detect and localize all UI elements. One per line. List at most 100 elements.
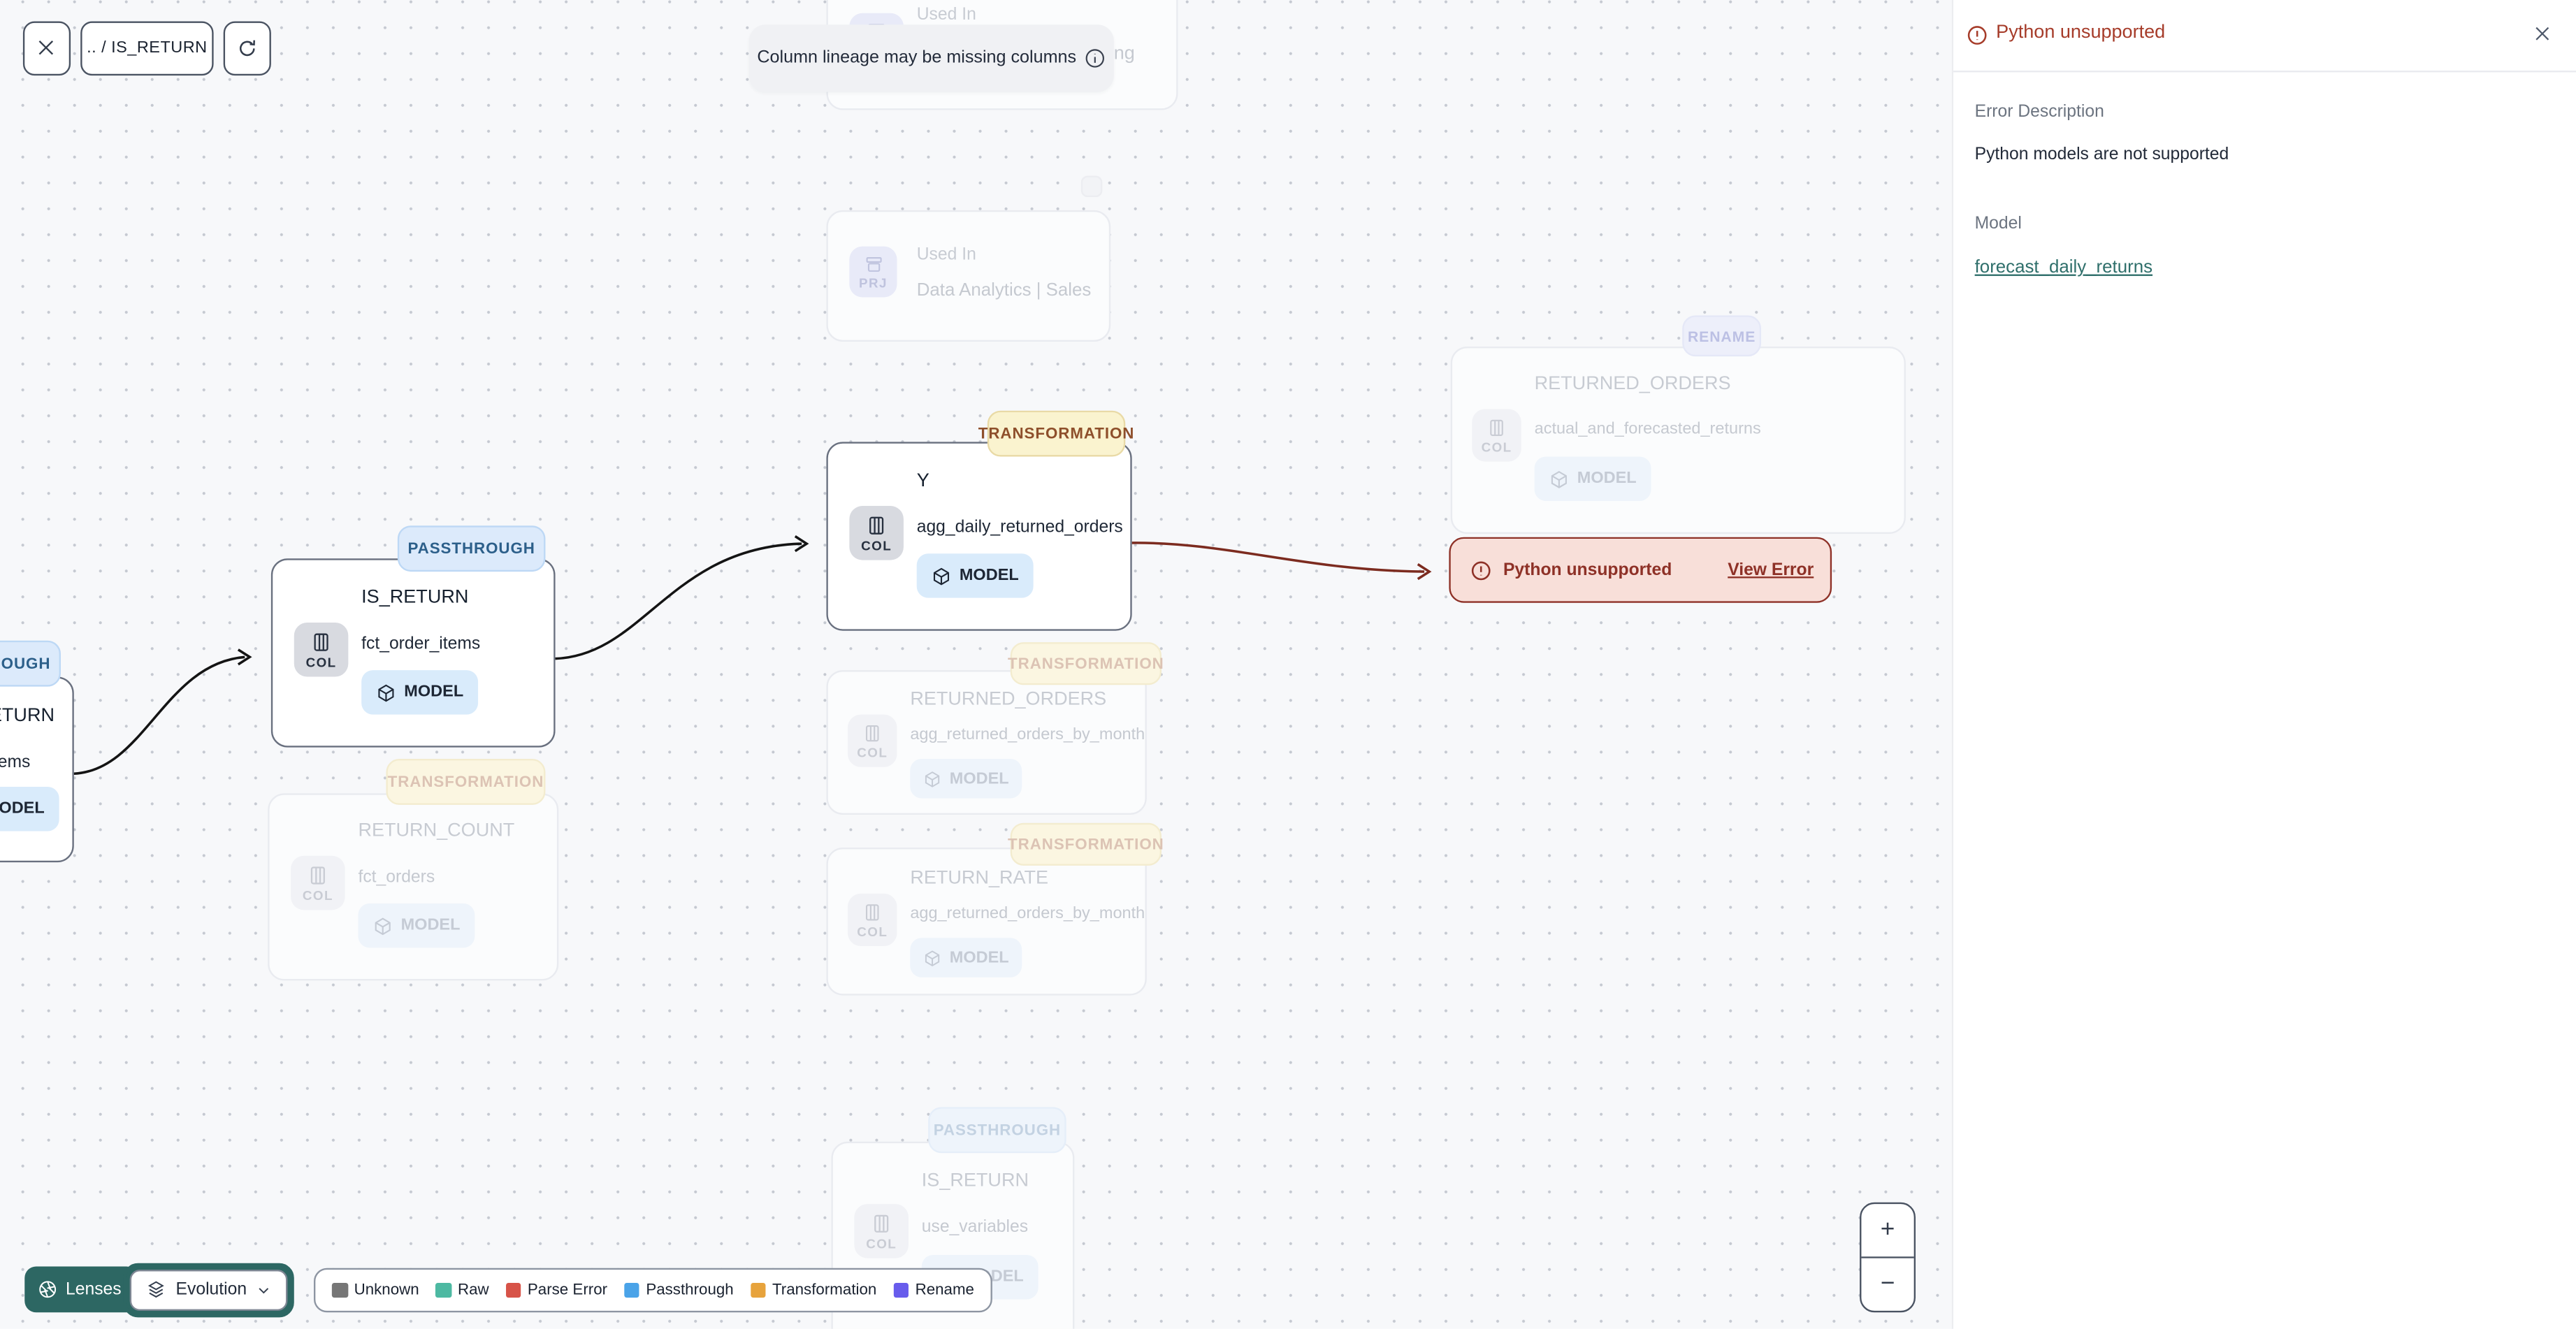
kind-label: COL (857, 746, 888, 761)
layers-icon (147, 1281, 164, 1298)
faint-handle (1080, 175, 1103, 198)
panel-header: Python unsupported (1953, 0, 2576, 72)
legend-item-raw: Raw (435, 1281, 489, 1299)
lens-badge-passthrough: PASSTHROUGH (0, 640, 61, 687)
model-pill-label: MODEL (0, 799, 45, 818)
model-cube-icon (378, 683, 394, 702)
refresh-icon (239, 39, 255, 56)
node-y-agg-daily-returned-orders[interactable]: COL Y agg_daily_returned_orders MODEL (826, 442, 1132, 631)
column-kind-badge: COL (294, 622, 349, 677)
model-cube-icon (925, 950, 940, 966)
legend-swatch (505, 1281, 521, 1298)
breadcrumb-label: .. / IS_RETURN (87, 38, 208, 57)
banner-text: Column lineage may be missing columns (757, 48, 1077, 68)
node-is-return-clipped[interactable]: IS_RETURN order_items MODEL (0, 676, 74, 863)
node-return-rate[interactable]: COL RETURN_RATE agg_returned_orders_by_m… (826, 847, 1147, 996)
lineage-warning-banner: Column lineage may be missing columns (748, 24, 1114, 92)
column-kind-badge: COL (291, 855, 345, 910)
node-title: Y (916, 471, 929, 491)
close-icon (38, 41, 54, 55)
zoom-in-button[interactable]: + (1861, 1203, 1914, 1258)
chevron-down-icon (259, 1287, 269, 1293)
node-is-return-fct-order-items[interactable]: COL IS_RETURN fct_order_items MODEL (270, 558, 556, 748)
model-pill: MODEL (916, 553, 1034, 598)
model-cube-icon (375, 917, 391, 935)
lens-badge-transformation: TRANSFORMATION (1008, 642, 1164, 685)
node-subtitle: order_items (0, 752, 31, 772)
kind-label: COL (861, 539, 892, 554)
legend-item-rename: Rename (892, 1281, 974, 1299)
error-description-label: Error Description (1974, 101, 2104, 122)
node-subtitle: fct_order_items (361, 634, 481, 654)
legend-item-passthrough: Passthrough (623, 1281, 734, 1299)
node-title: IS_RETURN (0, 706, 55, 727)
lens-badge-transformation: TRANSFORMATION (1008, 822, 1164, 866)
lenses-button[interactable]: Lenses (24, 1266, 138, 1313)
node-return-count[interactable]: COL RETURN_COUNT fct_orders MODEL (268, 793, 559, 981)
legend-item-parse-error: Parse Error (505, 1281, 607, 1299)
column-kind-badge: COL (847, 893, 897, 947)
model-pill-label: MODEL (404, 683, 464, 702)
app-window: PRJ Used In Data Analytics | Marketing P… (0, 0, 2576, 1329)
node-returned-orders-forecasted[interactable]: COL RETURNED_ORDERS actual_and_forecaste… (1450, 347, 1906, 535)
edge-y-to-error (1131, 542, 1425, 573)
lens-badge-rename: RENAME (1682, 315, 1762, 357)
column-kind-badge: COL (854, 1204, 909, 1258)
node-title: RETURNED_ORDERS (910, 690, 1107, 710)
legend-swatch (750, 1281, 766, 1298)
node-subtitle: use_variables (921, 1217, 1029, 1237)
model-cube-icon (1551, 470, 1567, 488)
lens-badge-passthrough: PASSTHROUGH (397, 525, 546, 572)
zoom-control: + − (1860, 1201, 1916, 1313)
node-returned-orders-by-month[interactable]: COL RETURNED_ORDERS agg_returned_orders_… (826, 670, 1147, 815)
node-used-in-sales[interactable]: PRJ Used In Data Analytics | Sales (826, 210, 1111, 342)
project-kind-badge: PRJ (849, 246, 897, 298)
column-kind-badge: COL (849, 506, 904, 560)
node-title: Used In (916, 5, 976, 25)
error-chip-label: Python unsupported (1503, 560, 1672, 580)
zoom-out-button[interactable]: − (1861, 1258, 1913, 1311)
model-pill: MODEL (0, 787, 59, 831)
model-pill-label: MODEL (959, 567, 1019, 585)
node-subtitle: agg_returned_orders_by_month (910, 726, 1145, 744)
model-pill: MODEL (910, 938, 1022, 978)
column-kind-badge: COL (847, 714, 897, 767)
node-title: Used In (916, 245, 976, 265)
model-label: Model (1974, 213, 2022, 233)
legend-item-transformation: Transformation (750, 1281, 876, 1299)
close-icon[interactable] (2533, 24, 2552, 42)
model-pill-label: MODEL (949, 948, 1009, 967)
model-link[interactable]: forecast_daily_returns (1975, 258, 2152, 277)
model-pill: MODEL (358, 903, 475, 948)
alert-circle-icon (1471, 560, 1491, 580)
info-icon[interactable] (1085, 48, 1106, 69)
model-cube-icon (925, 770, 940, 787)
error-chip[interactable]: Python unsupported View Error (1449, 537, 1832, 603)
legend-swatch (331, 1281, 348, 1298)
legend-item-unknown: Unknown (331, 1281, 419, 1299)
node-subtitle: agg_returned_orders_by_month (910, 905, 1145, 924)
panel-title: Python unsupported (1996, 22, 2166, 43)
model-pill-label: MODEL (400, 916, 461, 935)
node-title: IS_RETURN (361, 588, 469, 608)
evolution-dropdown[interactable]: Evolution (123, 1262, 295, 1318)
edge-isreturn-to-y (555, 542, 802, 660)
kind-label: COL (302, 888, 333, 903)
refresh-button[interactable] (223, 20, 271, 76)
kind-label: PRJ (859, 275, 888, 291)
node-subtitle: agg_daily_returned_orders (916, 517, 1123, 537)
model-pill: MODEL (361, 670, 479, 715)
node-subtitle: Data Analytics | Sales (916, 280, 1092, 301)
lineage-canvas[interactable]: PRJ Used In Data Analytics | Marketing P… (0, 0, 1952, 1329)
lens-badge-transformation: TRANSFORMATION (978, 410, 1134, 457)
model-cube-icon (933, 567, 950, 585)
aperture-icon (39, 1281, 57, 1298)
edge-left-to-isreturn (73, 655, 245, 775)
close-lineage-button[interactable] (22, 20, 70, 76)
view-error-link[interactable]: View Error (1728, 560, 1814, 580)
lens-legend: Unknown Raw Parse Error Passthrough Tran… (313, 1267, 992, 1313)
legend-swatch (435, 1281, 451, 1298)
legend-swatch (623, 1281, 639, 1298)
breadcrumb[interactable]: .. / IS_RETURN (80, 20, 214, 76)
column-kind-badge: COL (1472, 409, 1521, 462)
